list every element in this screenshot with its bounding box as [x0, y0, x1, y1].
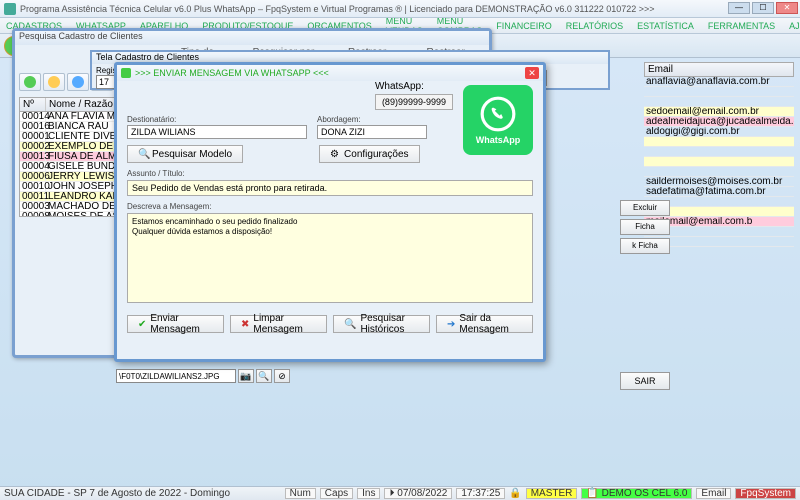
ficha2-button[interactable]: k Ficha [620, 238, 670, 254]
search-title: Pesquisa Cadastro de Clientes [15, 31, 489, 45]
ficha-button[interactable]: Ficha [620, 219, 670, 235]
email-row [644, 157, 794, 167]
sair-button[interactable]: SAIR [620, 372, 670, 390]
maximize-button[interactable]: ☐ [752, 2, 774, 14]
add-button[interactable] [19, 73, 41, 91]
menu-ajuda[interactable]: AJUDA [789, 21, 800, 31]
edit-button[interactable] [43, 73, 65, 91]
whatsapp-close-button[interactable]: ✕ [525, 67, 539, 79]
whatsapp-number: WhatsApp: (89)99999-9999 [375, 81, 453, 110]
limpar-mensagem-button[interactable]: ✖Limpar Mensagem [230, 315, 327, 333]
enviar-mensagem-button[interactable]: ✔Enviar Mensagem [127, 315, 224, 333]
email-row: sedoemail@email.com.br [644, 107, 794, 117]
email-row [644, 167, 794, 177]
app-title: Programa Assistência Técnica Celular v6.… [20, 4, 655, 14]
status-time: 17:37:25 [456, 488, 505, 499]
status-num: Num [285, 488, 316, 499]
configuracoes-button[interactable]: ⚙Configurações [319, 145, 419, 163]
search-icon: 🔍 [138, 149, 148, 159]
check-icon: ✔ [138, 319, 146, 330]
whatsapp-icon [121, 68, 131, 78]
menu-financeiro[interactable]: FINANCEIRO [496, 21, 552, 31]
search-icon: 🔍 [344, 319, 356, 330]
app-icon [4, 3, 16, 15]
email-row: sadefatima@fatima.com.br [644, 187, 794, 197]
status-master: MASTER [526, 488, 578, 499]
exit-icon: ➔ [447, 319, 455, 330]
email-row [644, 97, 794, 107]
close-button[interactable]: ✕ [776, 2, 798, 14]
abordagem-label: Abordagem: [317, 115, 427, 124]
excluir-button[interactable]: Excluir [620, 200, 670, 216]
whatsapp-number-value: (89)99999-9999 [375, 94, 453, 110]
whatsapp-logo-icon [479, 95, 517, 133]
status-email[interactable]: Email [696, 488, 731, 499]
sair-mensagem-button[interactable]: ➔Sair da Mensagem [436, 315, 533, 333]
photo-path-input[interactable] [116, 369, 236, 383]
pesquisar-historicos-button[interactable]: 🔍Pesquisar Históricos [333, 315, 430, 333]
titlebar: Programa Assistência Técnica Celular v6.… [0, 0, 800, 18]
window-buttons: — ☐ ✕ [728, 2, 798, 14]
whatsapp-logo: WhatsApp [463, 85, 533, 155]
status-date: ⏵ 07/08/2022 [384, 488, 452, 499]
status-caps: Caps [320, 488, 353, 499]
assunto-field[interactable]: Seu Pedido de Vendas está pronto para re… [127, 180, 533, 196]
status-fpq[interactable]: FpqSystem [735, 488, 796, 499]
menu-relatorios[interactable]: RELATÓRIOS [566, 21, 623, 31]
photo-footer: 📷 🔍 ⊘ [116, 368, 546, 384]
mensagem-label: Descreva a Mensagem: [127, 202, 533, 211]
status-demo: 📋 DEMO OS CEL 6.0 [581, 488, 692, 499]
email-row: anaflavia@anaflavia.com.br [644, 77, 794, 87]
whatsapp-dialog: >>> ENVIAR MENSAGEM VIA WHATSAPP <<< ✕ W… [114, 62, 546, 362]
gear-icon: ⚙ [330, 149, 340, 159]
destinatario-label: Destionatário: [127, 115, 307, 124]
lock-icon: 🔒 [509, 488, 521, 499]
clear-photo-button[interactable]: ⊘ [274, 369, 290, 383]
destinatario-input[interactable] [127, 125, 307, 139]
pesquisar-modelo-button[interactable]: 🔍Pesquisar Modelo [127, 145, 243, 163]
email-row [644, 147, 794, 157]
col-num[interactable]: Nº [20, 98, 46, 111]
cancel-icon: ✖ [241, 319, 249, 330]
email-row: adealmeidajuca@jucadealmeida.com.br [644, 117, 794, 127]
statusbar: SUA CIDADE - SP 7 de Agosto de 2022 - Do… [0, 486, 800, 500]
search-photo-button[interactable]: 🔍 [256, 369, 272, 383]
status-ins: Ins [357, 488, 380, 499]
camera-button[interactable]: 📷 [238, 369, 254, 383]
whatsapp-dialog-title: >>> ENVIAR MENSAGEM VIA WHATSAPP <<< [135, 68, 525, 78]
email-row [644, 87, 794, 97]
menu-ferramentas[interactable]: FERRAMENTAS [708, 21, 775, 31]
assunto-label: Assunto / Título: [127, 169, 533, 178]
menu-estatistica[interactable]: ESTATÍSTICA [637, 21, 694, 31]
col-email-header[interactable]: Email [644, 62, 794, 77]
abordagem-input[interactable] [317, 125, 427, 139]
mensagem-textarea[interactable]: Estamos encaminhado o seu pedido finaliz… [127, 213, 533, 303]
side-buttons: Excluir Ficha k Ficha [620, 200, 670, 254]
email-row: aldogigi@gigi.com.br [644, 127, 794, 137]
email-row [644, 137, 794, 147]
email-row: saildermoises@moises.com.br [644, 177, 794, 187]
help-button[interactable] [67, 73, 89, 91]
status-city: SUA CIDADE - SP 7 de Agosto de 2022 - Do… [4, 488, 230, 499]
minimize-button[interactable]: — [728, 2, 750, 14]
